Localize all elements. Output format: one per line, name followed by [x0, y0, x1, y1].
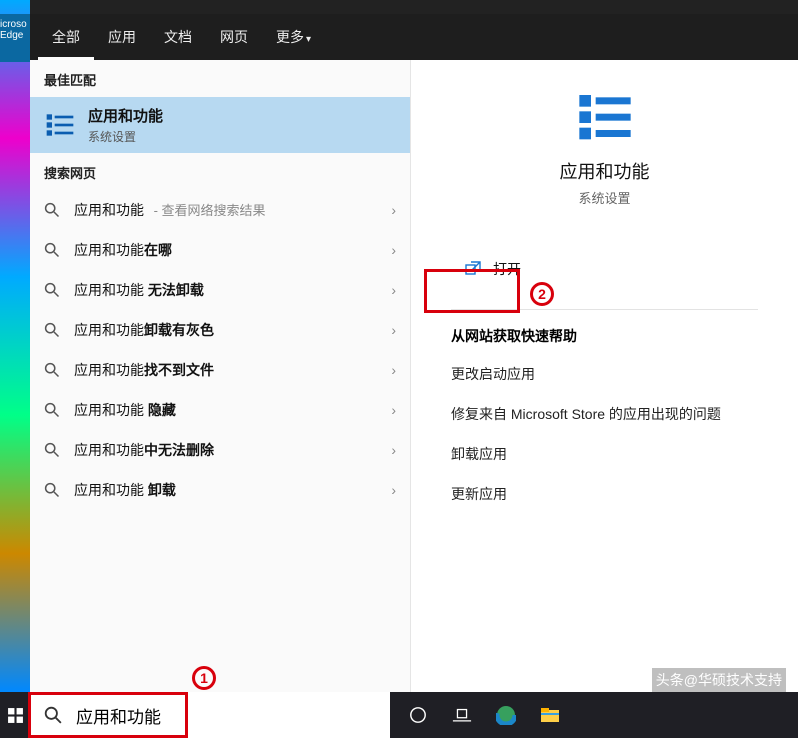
- windows-search-panel: 最佳匹配 应用和功能 系统设置 搜索网页 应用和功能 - 查看网络搜索结果›应用…: [30, 14, 798, 692]
- best-match-subtitle: 系统设置: [88, 128, 163, 145]
- file-explorer-icon[interactable]: [528, 692, 572, 738]
- quick-help-link[interactable]: 更改启动应用: [411, 354, 798, 394]
- search-icon: [44, 402, 60, 418]
- taskbar: [0, 692, 798, 738]
- tab-apps[interactable]: 应用: [94, 14, 150, 60]
- desktop-background-strip: [0, 0, 30, 692]
- tab-web[interactable]: 网页: [206, 14, 262, 60]
- chevron-right-icon: ›: [391, 442, 396, 458]
- taskbar-icons: [396, 692, 572, 738]
- quick-help-link[interactable]: 修复来自 Microsoft Store 的应用出现的问题: [411, 394, 798, 434]
- chevron-down-icon: ▾: [306, 34, 311, 45]
- chevron-right-icon: ›: [391, 482, 396, 498]
- edge-taskbar-icon[interactable]: [484, 692, 528, 738]
- detail-title: 应用和功能: [421, 158, 788, 184]
- web-result-row[interactable]: 应用和功能 卸载 ›: [30, 470, 410, 510]
- web-results-list: 应用和功能 - 查看网络搜索结果›应用和功能在哪›应用和功能 无法卸载›应用和功…: [30, 190, 410, 510]
- web-result-row[interactable]: 应用和功能 - 查看网络搜索结果 ›: [30, 190, 410, 230]
- best-match-title: 应用和功能: [88, 105, 163, 126]
- search-icon: [44, 362, 60, 378]
- chevron-right-icon: ›: [391, 402, 396, 418]
- best-match-item[interactable]: 应用和功能 系统设置: [30, 97, 410, 153]
- cortana-icon[interactable]: [396, 692, 440, 738]
- web-result-text: 应用和功能中无法删除: [74, 440, 383, 460]
- open-button[interactable]: 打开: [451, 253, 535, 285]
- tab-all[interactable]: 全部: [38, 14, 94, 60]
- chevron-right-icon: ›: [391, 282, 396, 298]
- taskbar-search-box[interactable]: [30, 692, 390, 738]
- search-icon: [44, 322, 60, 338]
- section-web-search: 搜索网页: [30, 153, 410, 190]
- detail-apps-icon: [577, 88, 633, 144]
- quick-help-title: 从网站获取快速帮助: [411, 326, 798, 354]
- search-icon: [44, 242, 60, 258]
- section-best-match: 最佳匹配: [30, 60, 410, 97]
- search-icon: [44, 482, 60, 498]
- search-icon: [44, 442, 60, 458]
- edge-shortcut[interactable]: icroso Edge: [0, 14, 30, 62]
- quick-help-link[interactable]: 更新应用: [411, 474, 798, 514]
- quick-help-link[interactable]: 卸载应用: [411, 434, 798, 474]
- chevron-right-icon: ›: [391, 362, 396, 378]
- web-result-row[interactable]: 应用和功能中无法删除 ›: [30, 430, 410, 470]
- web-result-row[interactable]: 应用和功能找不到文件 ›: [30, 350, 410, 390]
- web-result-text: 应用和功能 卸载: [74, 480, 383, 500]
- chevron-right-icon: ›: [391, 242, 396, 258]
- search-icon: [44, 282, 60, 298]
- tab-more[interactable]: 更多▾: [262, 14, 325, 60]
- detail-pane: 应用和功能 系统设置 打开 从网站获取快速帮助 更改启动应用修复来自 Micro…: [410, 14, 798, 692]
- open-label: 打开: [493, 259, 521, 279]
- web-result-row[interactable]: 应用和功能 无法卸载 ›: [30, 270, 410, 310]
- task-view-icon[interactable]: [440, 692, 484, 738]
- web-result-text: 应用和功能卸载有灰色: [74, 320, 383, 340]
- open-external-icon: [465, 261, 481, 277]
- tab-docs[interactable]: 文档: [150, 14, 206, 60]
- web-result-row[interactable]: 应用和功能在哪 ›: [30, 230, 410, 270]
- search-category-tabs: 全部 应用 文档 网页 更多▾: [30, 14, 798, 60]
- web-result-row[interactable]: 应用和功能 隐藏 ›: [30, 390, 410, 430]
- detail-subtitle: 系统设置: [421, 188, 788, 207]
- search-results-column: 最佳匹配 应用和功能 系统设置 搜索网页 应用和功能 - 查看网络搜索结果›应用…: [30, 14, 410, 692]
- web-result-row[interactable]: 应用和功能卸载有灰色 ›: [30, 310, 410, 350]
- start-button[interactable]: [0, 692, 30, 738]
- web-result-text: 应用和功能找不到文件: [74, 360, 383, 380]
- search-icon: [44, 706, 62, 724]
- web-result-text: 应用和功能在哪: [74, 240, 383, 260]
- chevron-right-icon: ›: [391, 202, 396, 218]
- divider: [451, 309, 758, 310]
- search-input[interactable]: [76, 705, 376, 725]
- web-result-text: 应用和功能 - 查看网络搜索结果: [74, 200, 383, 220]
- chevron-right-icon: ›: [391, 322, 396, 338]
- apps-features-icon: [42, 107, 78, 143]
- web-result-text: 应用和功能 无法卸载: [74, 280, 383, 300]
- search-icon: [44, 202, 60, 218]
- web-result-text: 应用和功能 隐藏: [74, 400, 383, 420]
- watermark-text: 头条@华硕技术支持: [652, 668, 786, 692]
